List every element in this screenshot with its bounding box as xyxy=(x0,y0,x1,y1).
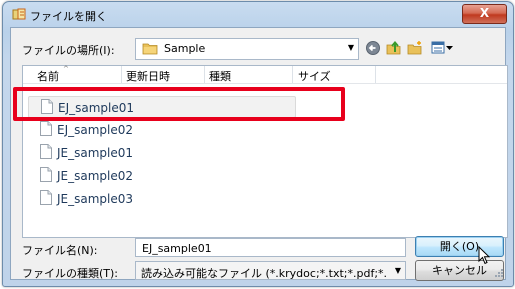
file-type-value: 読み込み可能なファイル (*.krydoc;*.txt;*.pdf;*.htm; xyxy=(141,267,386,280)
list-header: 名前 ^ 更新日時 種類 サイズ xyxy=(23,65,507,84)
selection-highlight-box xyxy=(13,87,345,121)
file-name: JE_sample03 xyxy=(57,192,134,206)
back-icon[interactable] xyxy=(365,40,381,56)
file-name-value: EJ_sample01 xyxy=(142,242,212,255)
dialog-body: ファイルの場所(I): Sample ▼ 名前 ^ 更新日時 種類 サイズ EJ… xyxy=(10,27,508,281)
folder-icon xyxy=(142,43,158,55)
file-name-input[interactable]: EJ_sample01 xyxy=(135,238,406,257)
column-header-size[interactable]: サイズ xyxy=(298,68,331,84)
chevron-down-icon[interactable]: ▼ xyxy=(395,266,401,275)
column-header-modified[interactable]: 更新日時 xyxy=(126,68,170,84)
file-name: JE_sample02 xyxy=(57,169,134,183)
window-title: ファイルを開く xyxy=(30,10,107,23)
sort-ascending-icon: ^ xyxy=(63,65,69,73)
column-header-type[interactable]: 種類 xyxy=(209,68,231,84)
mouse-cursor-icon xyxy=(478,246,490,265)
up-folder-icon[interactable] xyxy=(386,40,402,56)
view-menu-icon[interactable] xyxy=(431,40,455,56)
file-type-select[interactable]: 読み込み可能なファイル (*.krydoc;*.txt;*.pdf;*.htm;… xyxy=(135,261,406,280)
column-divider[interactable] xyxy=(204,66,205,83)
file-icon xyxy=(40,167,52,182)
look-in-label: ファイルの場所(I): xyxy=(22,44,115,57)
new-folder-icon[interactable] xyxy=(407,40,423,56)
look-in-value: Sample xyxy=(164,42,206,55)
app-icon xyxy=(12,8,26,20)
file-name: JE_sample01 xyxy=(57,146,134,160)
file-name: EJ_sample02 xyxy=(57,123,134,137)
file-icon xyxy=(40,190,52,205)
open-file-dialog: ファイルを開く X ファイルの場所(I): Sample ▼ 名前 ^ 更新日時… xyxy=(2,1,514,287)
resize-grip-icon[interactable] xyxy=(494,268,504,278)
column-header-name[interactable]: 名前 xyxy=(37,68,59,84)
column-divider[interactable] xyxy=(375,66,376,83)
column-divider[interactable] xyxy=(121,66,122,83)
look-in-combo[interactable]: Sample ▼ xyxy=(135,38,359,60)
file-type-label: ファイルの種類(T): xyxy=(22,267,119,280)
column-divider[interactable] xyxy=(292,66,293,83)
open-button[interactable]: 開く(O) xyxy=(415,236,504,257)
close-button[interactable]: X xyxy=(462,4,507,24)
file-icon xyxy=(40,121,52,136)
cancel-button[interactable]: キャンセル xyxy=(415,260,504,281)
file-icon xyxy=(40,144,52,159)
file-name-label: ファイル名(N): xyxy=(22,244,98,257)
title-bar: ファイルを開く X xyxy=(3,2,513,26)
chevron-down-icon[interactable]: ▼ xyxy=(348,43,354,52)
